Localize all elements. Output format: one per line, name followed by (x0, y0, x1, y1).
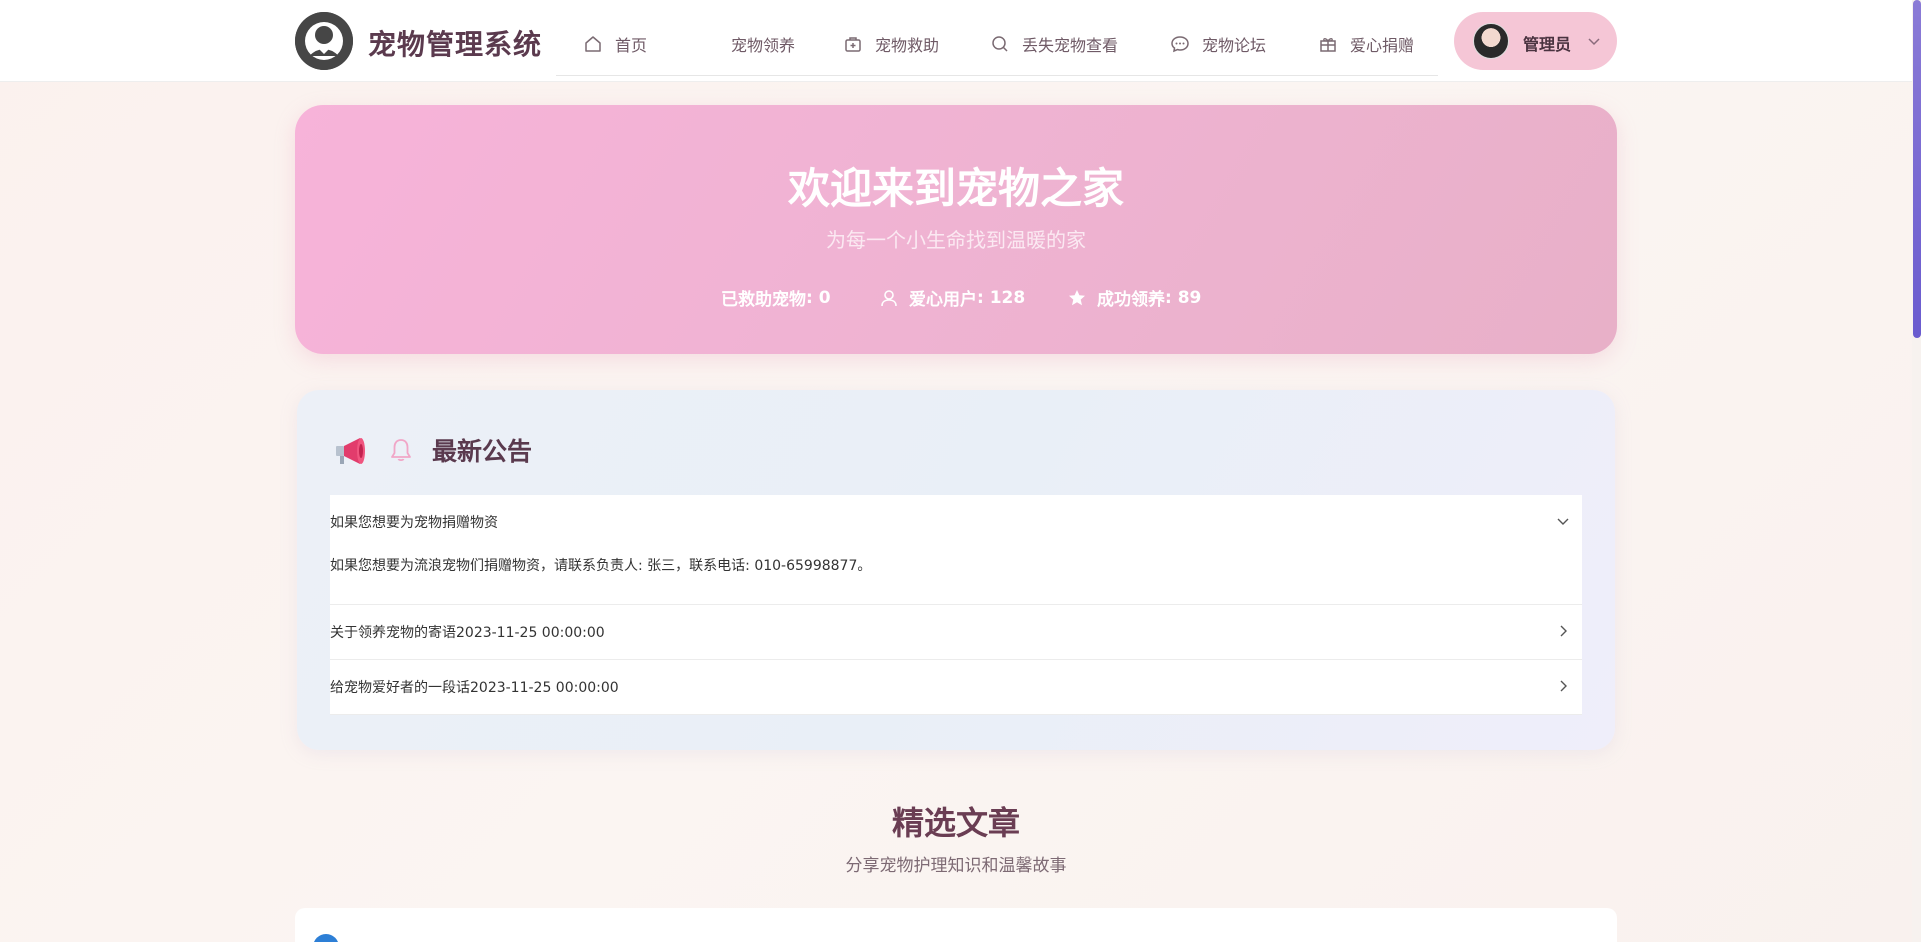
nav-item-label: 丢失宠物查看 (1022, 36, 1119, 55)
announcement-title: 最新公告 (432, 437, 533, 466)
hero-subtitle: 为每一个小生命找到温暖的家 (826, 228, 1086, 252)
medical-kit-icon (845, 37, 861, 52)
announcement-item[interactable]: 如果您想要为宠物捐赠物资 如果您想要为流浪宠物们捐赠物资，请联系负责人: 张三，… (330, 495, 1582, 605)
avatar (1473, 23, 1509, 59)
stat-adopted: 成功领养: 89 (1067, 285, 1201, 310)
stat-label: 成功领养 (1097, 290, 1165, 310)
nav-item-label: 宠物救助 (875, 36, 940, 55)
nav-item-adoption[interactable]: 宠物领养 (731, 30, 795, 58)
nav-item-lost-pets[interactable]: 丢失宠物查看 (990, 30, 1118, 58)
app-title: 宠物管理系统 (368, 28, 543, 61)
main-nav: 首页 宠物领养 宠物救助 丢失宠物查看 宠物论坛 爱心捐赠 (556, 14, 1438, 76)
nav-item-label: 宠物领养 (731, 36, 796, 55)
stat-value: 0 (818, 287, 831, 308)
user-icon (881, 289, 897, 306)
bell-icon (391, 439, 411, 462)
nav-item-home[interactable]: 首页 (583, 30, 647, 58)
article-category-icon (313, 934, 339, 942)
nav-item-donation[interactable]: 爱心捐赠 (1318, 30, 1414, 58)
announcement-item[interactable]: 给宠物爱好者的一段话2023-11-25 00:00:00 (330, 660, 1582, 715)
articles-title: 精选文章 (891, 804, 1020, 842)
stat-label: 爱心用户 (909, 290, 977, 310)
logo-icon[interactable] (295, 12, 353, 70)
announcement-list: 如果您想要为宠物捐赠物资 如果您想要为流浪宠物们捐赠物资，请联系负责人: 张三，… (330, 495, 1582, 715)
articles-subtitle: 分享宠物护理知识和温馨故事 (845, 856, 1067, 876)
announcement-item[interactable]: 关于领养宠物的寄语2023-11-25 00:00:00 (330, 605, 1582, 660)
nav-item-rescue[interactable]: 宠物救助 (843, 30, 939, 58)
star-icon (1069, 289, 1085, 305)
megaphone-icon (336, 438, 365, 464)
announcement-header: 最新公告 (334, 428, 532, 472)
article-card[interactable] (295, 908, 1617, 942)
chevron-down-icon (1557, 518, 1569, 525)
chevron-down-icon (1588, 38, 1600, 46)
chat-icon (1171, 36, 1189, 53)
nav-item-label: 宠物论坛 (1202, 36, 1267, 55)
home-icon (585, 36, 601, 52)
search-icon (992, 36, 1008, 52)
announcement-item-title: 关于领养宠物的寄语2023-11-25 00:00:00 (330, 625, 605, 641)
nav-item-label: 爱心捐赠 (1350, 36, 1415, 55)
stat-label: 已救助宠物 (721, 290, 806, 310)
announcement-item-title: 如果您想要为宠物捐赠物资 (330, 515, 498, 531)
hero-banner: 欢迎来到宠物之家 为每一个小生命找到温暖的家 已救助宠物: 0 爱心用户: 12… (295, 105, 1617, 354)
announcement-item-content: 如果您想要为流浪宠物们捐赠物资，请联系负责人: 张三，联系电话: 010-659… (330, 558, 872, 574)
nav-item-label: 首页 (615, 36, 648, 55)
scrollbar-thumb[interactable] (1913, 0, 1921, 338)
announcement-item-title: 给宠物爱好者的一段话2023-11-25 00:00:00 (330, 680, 619, 696)
chevron-right-icon (1560, 680, 1567, 692)
chevron-right-icon (1560, 625, 1567, 637)
announcement-card: 最新公告 如果您想要为宠物捐赠物资 如果您想要为流浪宠物们捐赠物资，请联系负责人… (297, 390, 1615, 750)
stat-value: 128 (989, 287, 1026, 308)
stat-rescued: 已救助宠物: 0 (721, 285, 831, 311)
top-header: 宠物管理系统 首页 宠物领养 宠物救助 丢失宠物查看 宠物论坛 爱心捐赠 管理员 (0, 0, 1921, 82)
hero-title: 欢迎来到宠物之家 (787, 164, 1124, 213)
user-menu[interactable]: 管理员 (1454, 12, 1617, 70)
nav-item-forum[interactable]: 宠物论坛 (1170, 30, 1266, 58)
stat-value: 89 (1177, 287, 1202, 308)
stat-users: 爱心用户: 128 (879, 285, 1025, 310)
gift-icon (1320, 38, 1336, 52)
user-name: 管理员 (1523, 35, 1572, 54)
